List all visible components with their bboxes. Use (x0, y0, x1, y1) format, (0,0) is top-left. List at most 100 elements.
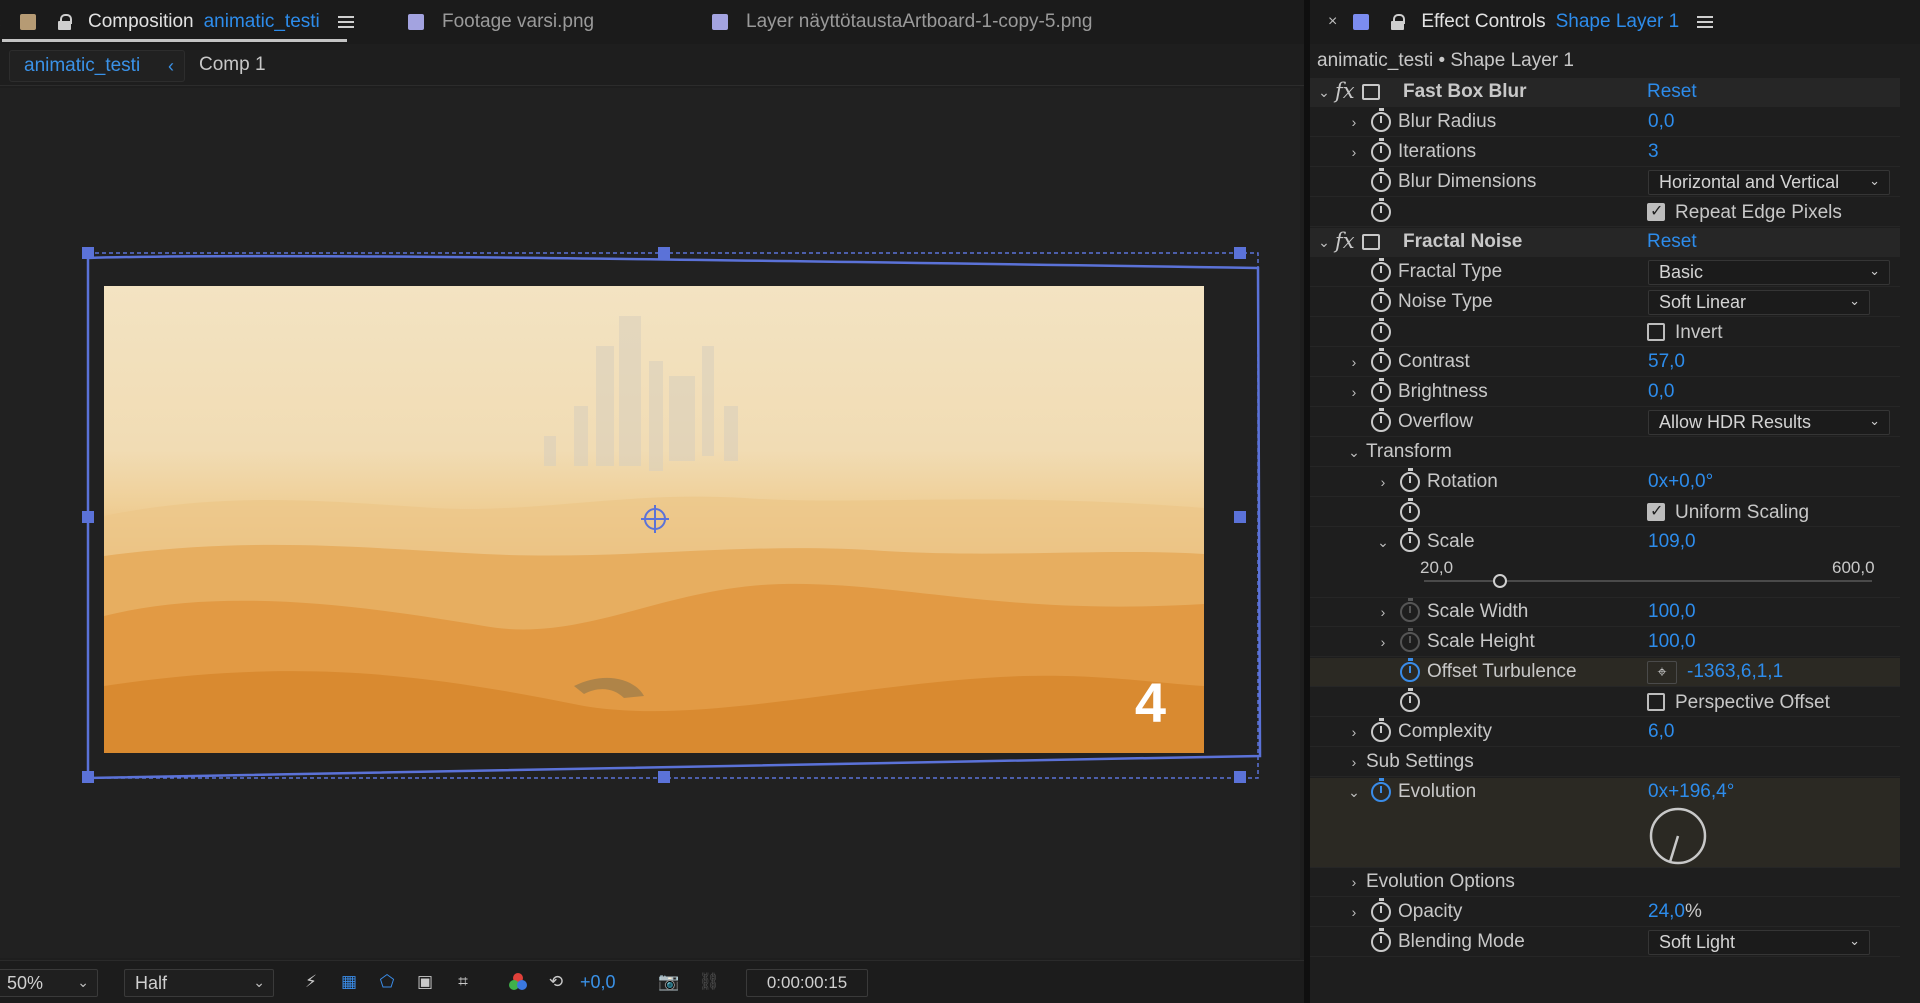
chevron-right-icon[interactable]: › (1376, 474, 1390, 490)
zoom-dropdown[interactable]: 50% ⌄ (0, 969, 98, 997)
offset-turbulence-value[interactable]: -1363,6,1,1 (1687, 661, 1783, 683)
stopwatch-icon[interactable] (1371, 378, 1391, 402)
evolution-value[interactable]: 0x+196,4° (1648, 781, 1734, 803)
fast-previews-icon[interactable]: ⚡ (298, 970, 324, 994)
iterations-value[interactable]: 3 (1648, 141, 1659, 163)
transform-handle-bottom-left[interactable] (82, 771, 94, 783)
group-evolution-options[interactable]: › Evolution Options (1310, 868, 1900, 897)
rotation-value[interactable]: 0x+0,0° (1648, 471, 1713, 493)
brightness-value[interactable]: 0,0 (1648, 381, 1674, 403)
stopwatch-icon[interactable] (1400, 468, 1420, 492)
transform-handle-bottom-middle[interactable] (658, 771, 670, 783)
invert-checkbox[interactable] (1647, 323, 1665, 341)
fractal-noise-reset-link[interactable]: Reset (1647, 231, 1697, 253)
group-transform[interactable]: ⌄ Transform (1310, 438, 1900, 467)
channels-icon[interactable] (505, 970, 531, 994)
stopwatch-icon[interactable] (1400, 688, 1420, 712)
blur-radius-value[interactable]: 0,0 (1648, 111, 1674, 133)
scale-slider-track[interactable] (1424, 580, 1872, 582)
stopwatch-icon[interactable] (1371, 288, 1391, 312)
chevron-down-icon[interactable]: ⌄ (1317, 84, 1331, 101)
uniform-scaling-checkbox[interactable] (1647, 501, 1665, 521)
stopwatch-icon[interactable] (1371, 928, 1391, 952)
contrast-value[interactable]: 57,0 (1648, 351, 1685, 373)
panel-menu-icon[interactable] (1697, 16, 1714, 28)
fx-icon[interactable]: fx (1335, 229, 1355, 253)
chevron-right-icon[interactable]: › (1347, 144, 1361, 160)
breadcrumb-comp-1[interactable]: Comp 1 (199, 54, 266, 76)
blending-mode-dropdown[interactable]: Soft Light ⌄ (1648, 930, 1870, 955)
tab-effect-controls[interactable]: × Effect Controls Shape Layer 1 (1328, 0, 1714, 44)
current-time-display[interactable]: 0:00:00:15 (746, 969, 868, 997)
chevron-down-icon[interactable]: ⌄ (1347, 444, 1361, 461)
panel-menu-icon[interactable] (337, 16, 354, 28)
effect-fast-box-blur[interactable]: ⌄ fx Fast Box Blur Reset (1310, 78, 1900, 107)
transform-handle-top-left[interactable] (82, 247, 94, 259)
fx-icon[interactable]: fx (1335, 79, 1355, 103)
point-target-icon[interactable]: ⌖ (1647, 661, 1677, 684)
stopwatch-icon[interactable] (1371, 718, 1391, 742)
chevron-right-icon[interactable]: › (1376, 634, 1390, 650)
perspective-offset-checkbox[interactable] (1647, 693, 1665, 711)
stopwatch-active-icon[interactable] (1400, 658, 1420, 682)
chevron-right-icon[interactable]: › (1347, 874, 1361, 890)
close-tab-icon[interactable]: × (1328, 13, 1337, 31)
snapshot-camera-icon[interactable]: 📷 (656, 970, 682, 994)
stopwatch-icon[interactable] (1371, 348, 1391, 372)
chevron-right-icon[interactable]: › (1376, 604, 1390, 620)
stopwatch-icon[interactable] (1371, 138, 1391, 162)
effect-fractal-noise[interactable]: ⌄ fx Fractal Noise Reset (1310, 228, 1900, 257)
lock-icon[interactable] (58, 14, 72, 30)
blur-dimensions-dropdown[interactable]: Horizontal and Vertical ⌄ (1648, 170, 1890, 195)
stopwatch-icon[interactable] (1371, 898, 1391, 922)
chevron-right-icon[interactable]: › (1347, 724, 1361, 740)
stopwatch-icon[interactable] (1400, 498, 1420, 522)
fractal-type-dropdown[interactable]: Basic ⌄ (1648, 260, 1890, 285)
repeat-edge-pixels-checkbox[interactable] (1647, 201, 1665, 221)
overflow-dropdown[interactable]: Allow HDR Results ⌄ (1648, 410, 1890, 435)
chevron-down-icon[interactable]: ⌄ (1317, 234, 1331, 251)
stopwatch-icon[interactable] (1371, 258, 1391, 282)
transform-handle-middle-left[interactable] (82, 511, 94, 523)
opacity-value-group[interactable]: 24,0% (1648, 901, 1702, 923)
transparency-grid-icon[interactable]: ▦ (336, 970, 362, 994)
lock-icon[interactable] (1391, 14, 1406, 30)
noise-type-dropdown[interactable]: Soft Linear ⌄ (1648, 290, 1870, 315)
evolution-angle-dial[interactable] (1647, 805, 1709, 867)
region-of-interest-icon[interactable]: ▣ (412, 970, 438, 994)
stopwatch-icon[interactable] (1371, 168, 1391, 192)
scale-slider-thumb[interactable] (1493, 574, 1507, 588)
chevron-right-icon[interactable]: › (1347, 384, 1361, 400)
stopwatch-icon[interactable] (1371, 318, 1391, 342)
transform-handle-top-middle[interactable] (658, 247, 670, 259)
stopwatch-icon[interactable] (1371, 408, 1391, 432)
scale-value[interactable]: 109,0 (1648, 531, 1696, 553)
mask-visibility-icon[interactable]: ⬠ (374, 970, 400, 994)
stopwatch-active-icon[interactable] (1371, 778, 1391, 802)
chevron-right-icon[interactable]: › (1347, 904, 1361, 920)
exposure-value[interactable]: +0,0 (580, 972, 616, 993)
transform-handle-bottom-right[interactable] (1234, 771, 1246, 783)
tab-footage[interactable]: Footage varsi.png (408, 0, 594, 44)
resolution-dropdown[interactable]: Half ⌄ (124, 969, 274, 997)
chevron-down-icon[interactable]: ⌄ (1347, 784, 1361, 801)
chevron-right-icon[interactable]: › (1347, 754, 1361, 770)
complexity-value[interactable]: 6,0 (1648, 721, 1674, 743)
tab-composition[interactable]: Composition animatic_testi (20, 0, 354, 44)
stopwatch-icon[interactable] (1371, 198, 1391, 222)
transform-handle-top-right[interactable] (1234, 247, 1246, 259)
show-snapshot-icon[interactable]: ⛓ (696, 970, 722, 994)
reset-exposure-icon[interactable]: ⟲ (543, 970, 569, 994)
panel-scroll-left-icon[interactable]: ‹ (0, 0, 1, 44)
chevron-down-icon[interactable]: ⌄ (1376, 534, 1390, 551)
transform-handle-middle-right[interactable] (1234, 511, 1246, 523)
stopwatch-icon[interactable] (1400, 528, 1420, 552)
stopwatch-icon[interactable] (1371, 108, 1391, 132)
tab-layer[interactable]: Layer näyttötaustaArtboard-1-copy-5.png (712, 0, 1092, 44)
chevron-right-icon[interactable]: › (1347, 354, 1361, 370)
grid-guides-icon[interactable]: ⌗ (450, 970, 476, 994)
group-sub-settings[interactable]: › Sub Settings (1310, 748, 1900, 777)
fast-box-blur-reset-link[interactable]: Reset (1647, 81, 1697, 103)
chevron-right-icon[interactable]: › (1347, 114, 1361, 130)
breadcrumb-animatic-testi[interactable]: animatic_testi ‹ (9, 50, 185, 82)
